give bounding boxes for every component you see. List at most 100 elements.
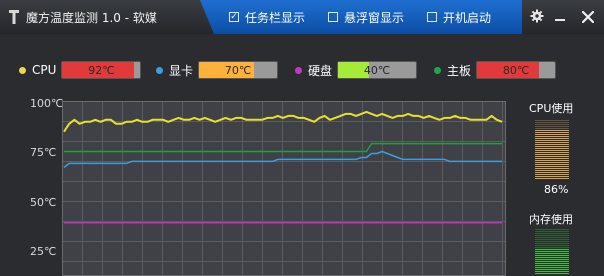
meter-segment bbox=[535, 255, 569, 256]
float-window-label: 悬浮窗显示 bbox=[344, 10, 405, 25]
sensor-board-name: 主板 bbox=[447, 63, 472, 78]
meter-segment bbox=[535, 128, 569, 129]
sensor-cpu-name: CPU bbox=[32, 63, 57, 77]
meter-segment bbox=[535, 249, 569, 250]
float-window-option[interactable]: 悬浮窗显示 bbox=[328, 9, 404, 25]
meter-segment bbox=[535, 148, 569, 149]
temperature-chart bbox=[62, 101, 506, 276]
meter-segment bbox=[535, 245, 569, 246]
meter-segment bbox=[535, 158, 569, 159]
meter-segment bbox=[535, 239, 569, 240]
meter-segment bbox=[535, 247, 569, 248]
meter-segment bbox=[535, 271, 569, 272]
meter-segment bbox=[535, 237, 569, 238]
title-bar[interactable]: 魔方温度监测 1.0 - 软媒 ✓ 任务栏显示 悬浮窗显示 开机启动 bbox=[0, 0, 604, 34]
meter-segment bbox=[535, 124, 569, 125]
meter-segment bbox=[535, 265, 569, 266]
cpu-temp-bar: 92℃ bbox=[61, 61, 142, 79]
gear-icon[interactable] bbox=[530, 9, 544, 23]
sensor-disk-name: 硬盘 bbox=[308, 63, 333, 78]
meter-segment bbox=[535, 176, 569, 177]
app-window: 魔方温度监测 1.0 - 软媒 ✓ 任务栏显示 悬浮窗显示 开机启动 CPU 9… bbox=[0, 0, 604, 276]
cpu-dot bbox=[19, 66, 26, 74]
gpu-dot bbox=[156, 66, 163, 74]
disk-temp-value: 40℃ bbox=[363, 63, 391, 77]
startup-label: 开机启动 bbox=[443, 10, 492, 25]
meter-segment bbox=[535, 160, 569, 161]
meter-segment bbox=[535, 130, 569, 131]
meter-segment bbox=[535, 253, 569, 254]
meter-segment bbox=[535, 126, 569, 127]
sensor-cpu: CPU 92℃ bbox=[19, 61, 142, 79]
meter-segment bbox=[535, 257, 569, 258]
meter-segment bbox=[535, 156, 569, 157]
gpu-temp-bar: 70℃ bbox=[198, 61, 279, 79]
cpu-usage-meter bbox=[535, 120, 569, 180]
taskbar-display-label: 任务栏显示 bbox=[245, 10, 306, 25]
sensor-disk: 硬盘 40℃ bbox=[295, 61, 418, 79]
meter-segment bbox=[535, 140, 569, 141]
memory-usage-title: 内存使用 bbox=[529, 213, 573, 226]
meter-segment bbox=[535, 233, 569, 234]
meter-segment bbox=[535, 150, 569, 151]
y-tick-50: 50℃ bbox=[30, 196, 57, 209]
meter-segment bbox=[535, 269, 569, 270]
meter-segment bbox=[535, 261, 569, 262]
minimize-icon[interactable] bbox=[553, 9, 567, 23]
meter-segment bbox=[535, 170, 569, 171]
meter-segment bbox=[535, 162, 569, 163]
cpu-usage-value: 86% bbox=[544, 183, 569, 196]
meter-segment bbox=[535, 267, 569, 268]
meter-segment bbox=[535, 132, 569, 133]
gpu-temp-value: 70℃ bbox=[224, 63, 252, 77]
meter-segment bbox=[535, 259, 569, 260]
meter-segment bbox=[535, 146, 569, 147]
options-bar: ✓ 任务栏显示 悬浮窗显示 开机启动 bbox=[200, 0, 522, 34]
meter-segment bbox=[535, 168, 569, 169]
disk-dot bbox=[295, 66, 302, 74]
meter-segment bbox=[535, 251, 569, 252]
meter-segment bbox=[535, 144, 569, 145]
meter-segment bbox=[535, 166, 569, 167]
cpu-usage-title: CPU使用 bbox=[529, 102, 574, 115]
meter-segment bbox=[535, 178, 569, 179]
startup-checkbox[interactable] bbox=[427, 12, 437, 22]
meter-segment bbox=[535, 273, 569, 274]
taskbar-display-option[interactable]: ✓ 任务栏显示 bbox=[229, 9, 305, 25]
app-title: 魔方温度监测 1.0 - 软媒 bbox=[26, 11, 157, 25]
sensor-gpu: 显卡 70℃ bbox=[156, 61, 279, 79]
meter-segment bbox=[535, 122, 569, 123]
y-tick-75: 75℃ bbox=[30, 146, 57, 159]
meter-segment bbox=[535, 138, 569, 139]
y-tick-25: 25℃ bbox=[30, 245, 57, 258]
y-tick-100: 100℃ bbox=[30, 97, 64, 110]
meter-segment bbox=[535, 241, 569, 242]
close-button[interactable] bbox=[572, 5, 604, 29]
meter-segment bbox=[535, 235, 569, 236]
meter-segment bbox=[535, 172, 569, 173]
meter-segment bbox=[535, 174, 569, 175]
meter-segment bbox=[535, 231, 569, 232]
memory-usage-meter bbox=[535, 229, 569, 276]
meter-segment bbox=[535, 263, 569, 264]
meter-segment bbox=[535, 154, 569, 155]
meter-segment bbox=[535, 229, 569, 230]
close-icon bbox=[581, 10, 595, 24]
board-temp-value: 80℃ bbox=[502, 63, 530, 77]
taskbar-display-checkbox[interactable]: ✓ bbox=[229, 12, 239, 22]
app-logo-icon bbox=[9, 10, 19, 24]
chart-background bbox=[62, 101, 506, 276]
meter-segment bbox=[535, 136, 569, 137]
sensor-board: 主板 80℃ bbox=[434, 61, 557, 79]
meter-segment bbox=[535, 164, 569, 165]
startup-option[interactable]: 开机启动 bbox=[427, 9, 491, 25]
meter-segment bbox=[535, 120, 569, 121]
meter-segment bbox=[535, 243, 569, 244]
float-window-checkbox[interactable] bbox=[328, 12, 338, 22]
cpu-temp-value: 92℃ bbox=[88, 63, 115, 77]
board-temp-bar: 80℃ bbox=[476, 61, 557, 79]
meter-segment bbox=[535, 152, 569, 153]
sensor-gpu-name: 显卡 bbox=[169, 63, 194, 78]
meter-segment bbox=[535, 142, 569, 143]
disk-temp-bar: 40℃ bbox=[337, 61, 418, 79]
